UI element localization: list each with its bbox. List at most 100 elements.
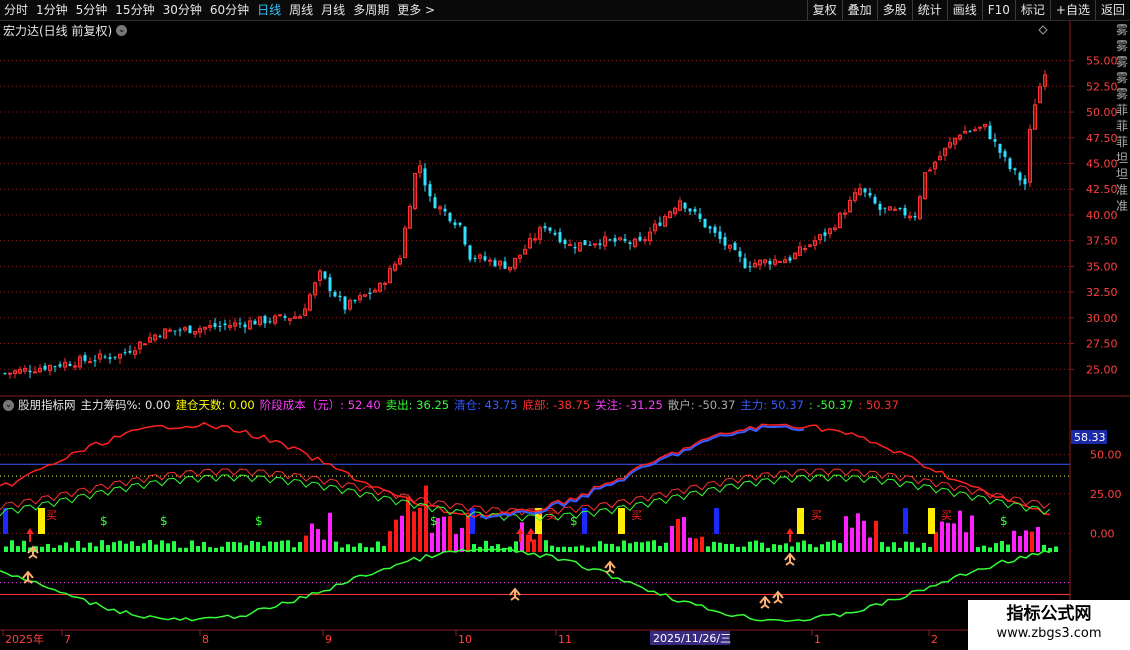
indicator-bar xyxy=(694,538,698,552)
candle-body xyxy=(453,222,457,226)
candle-body xyxy=(173,330,177,332)
indicator-bar xyxy=(394,519,398,552)
up-arrow-icon xyxy=(26,528,34,542)
candle-body xyxy=(998,143,1002,153)
indicator-bar xyxy=(988,547,992,552)
indicator-bar xyxy=(1030,531,1034,552)
indicator-bar xyxy=(148,540,152,552)
watermark-title: 指标公式网 xyxy=(1006,604,1092,624)
indicator-bar xyxy=(100,540,104,552)
indicator-lines xyxy=(0,421,1051,623)
indicator-bar xyxy=(658,546,662,552)
indicator-bar xyxy=(748,541,752,552)
indicator-bar xyxy=(310,523,314,552)
candle-body xyxy=(928,169,932,172)
step-line-green xyxy=(0,474,1051,522)
signal-block xyxy=(714,508,719,534)
indicator-value-10: : 50.37 xyxy=(858,398,899,412)
indicator-bar xyxy=(292,547,296,552)
candle-body xyxy=(338,295,342,298)
candle-body xyxy=(88,361,92,364)
candle-body xyxy=(883,207,887,209)
candle-body xyxy=(223,323,227,326)
candle-body xyxy=(553,232,557,235)
candle-body xyxy=(733,242,737,251)
indicator-bar xyxy=(724,544,728,552)
date-label: 9 xyxy=(325,633,332,646)
indicator-name: 股朋指标网 xyxy=(18,398,76,412)
candle-body xyxy=(658,222,662,226)
indicator-bar xyxy=(976,547,980,552)
candle-body xyxy=(703,218,707,228)
candle-body xyxy=(863,188,867,193)
indicator-bar xyxy=(94,546,98,552)
indicator-bar xyxy=(304,535,308,552)
indicator-value-3: 卖出: 36.25 xyxy=(385,398,450,412)
indicator-bar xyxy=(646,541,650,552)
indicator-bar xyxy=(718,542,722,552)
indicator-bar xyxy=(814,547,818,552)
indicator-bar xyxy=(574,546,578,552)
indicator-bar xyxy=(970,515,974,552)
indicator-bar xyxy=(730,543,734,552)
indicator-bar xyxy=(706,546,710,552)
indicator-bar xyxy=(298,542,302,552)
indicator-bar xyxy=(772,544,776,552)
chevron-down-icon[interactable]: ⌄ xyxy=(3,399,14,411)
candle-body xyxy=(468,245,472,260)
indicator-bar xyxy=(244,545,248,552)
candle-body xyxy=(123,352,127,354)
candlestick-series xyxy=(3,70,1047,379)
candle-body xyxy=(428,184,432,197)
indicator-bar xyxy=(688,537,692,552)
indicator-tick-label: 50.00 xyxy=(1090,448,1122,461)
price-tick-label: 35.00 xyxy=(1086,260,1118,273)
candle-body xyxy=(3,373,7,375)
candle-body xyxy=(893,208,897,211)
indicator-bar xyxy=(550,545,554,552)
price-tick-label: 45.00 xyxy=(1086,157,1118,170)
indicator-value-5: 底部: -38.75 xyxy=(522,398,591,412)
candle-body xyxy=(263,315,267,324)
candle-body xyxy=(483,256,487,261)
indicator-bar xyxy=(838,543,842,552)
candle-body xyxy=(913,216,917,218)
candle-body xyxy=(993,139,997,142)
candle-body xyxy=(458,222,462,225)
indicator-value-2: 阶段成本（元）: 52.40 xyxy=(259,398,381,412)
indicator-bar xyxy=(610,543,614,552)
candle-body xyxy=(868,192,872,196)
indicator-bar xyxy=(130,541,134,552)
indicator-bar xyxy=(844,516,848,552)
indicator-tick-label: 25.00 xyxy=(1090,488,1122,501)
price-tick-label: 50.00 xyxy=(1086,106,1118,119)
indicator-bar xyxy=(418,507,422,552)
candle-body xyxy=(738,251,742,257)
candle-body xyxy=(343,296,347,310)
candle-body xyxy=(973,129,977,132)
indicator-bar xyxy=(994,543,998,552)
candle-body xyxy=(58,364,62,367)
indicator-bar xyxy=(736,546,740,552)
date-label: 11 xyxy=(558,633,572,646)
candle-body xyxy=(988,125,992,140)
indicator-bar xyxy=(802,540,806,552)
candle-body xyxy=(698,213,702,219)
price-tick-label: 25.00 xyxy=(1086,363,1118,376)
price-tick-label: 27.50 xyxy=(1086,338,1118,351)
candle-body xyxy=(188,325,192,334)
candle-body xyxy=(608,239,612,241)
indicator-bar xyxy=(904,541,908,552)
indicator-bar xyxy=(982,545,986,552)
indicator-bar xyxy=(580,545,584,552)
candle-body xyxy=(218,325,222,327)
indicator-bar xyxy=(238,542,242,552)
candle-body xyxy=(573,247,577,249)
indicator-values: 主力筹码%: 0.00 建仓天数: 0.00 阶段成本（元）: 52.40 卖出: 3… xyxy=(81,397,904,413)
indicator-bar xyxy=(424,485,428,552)
indicator-bar xyxy=(616,546,620,552)
indicator-bar xyxy=(88,542,92,552)
candle-body xyxy=(778,260,782,263)
indicator-bar xyxy=(652,540,656,552)
candle-body xyxy=(33,371,37,374)
